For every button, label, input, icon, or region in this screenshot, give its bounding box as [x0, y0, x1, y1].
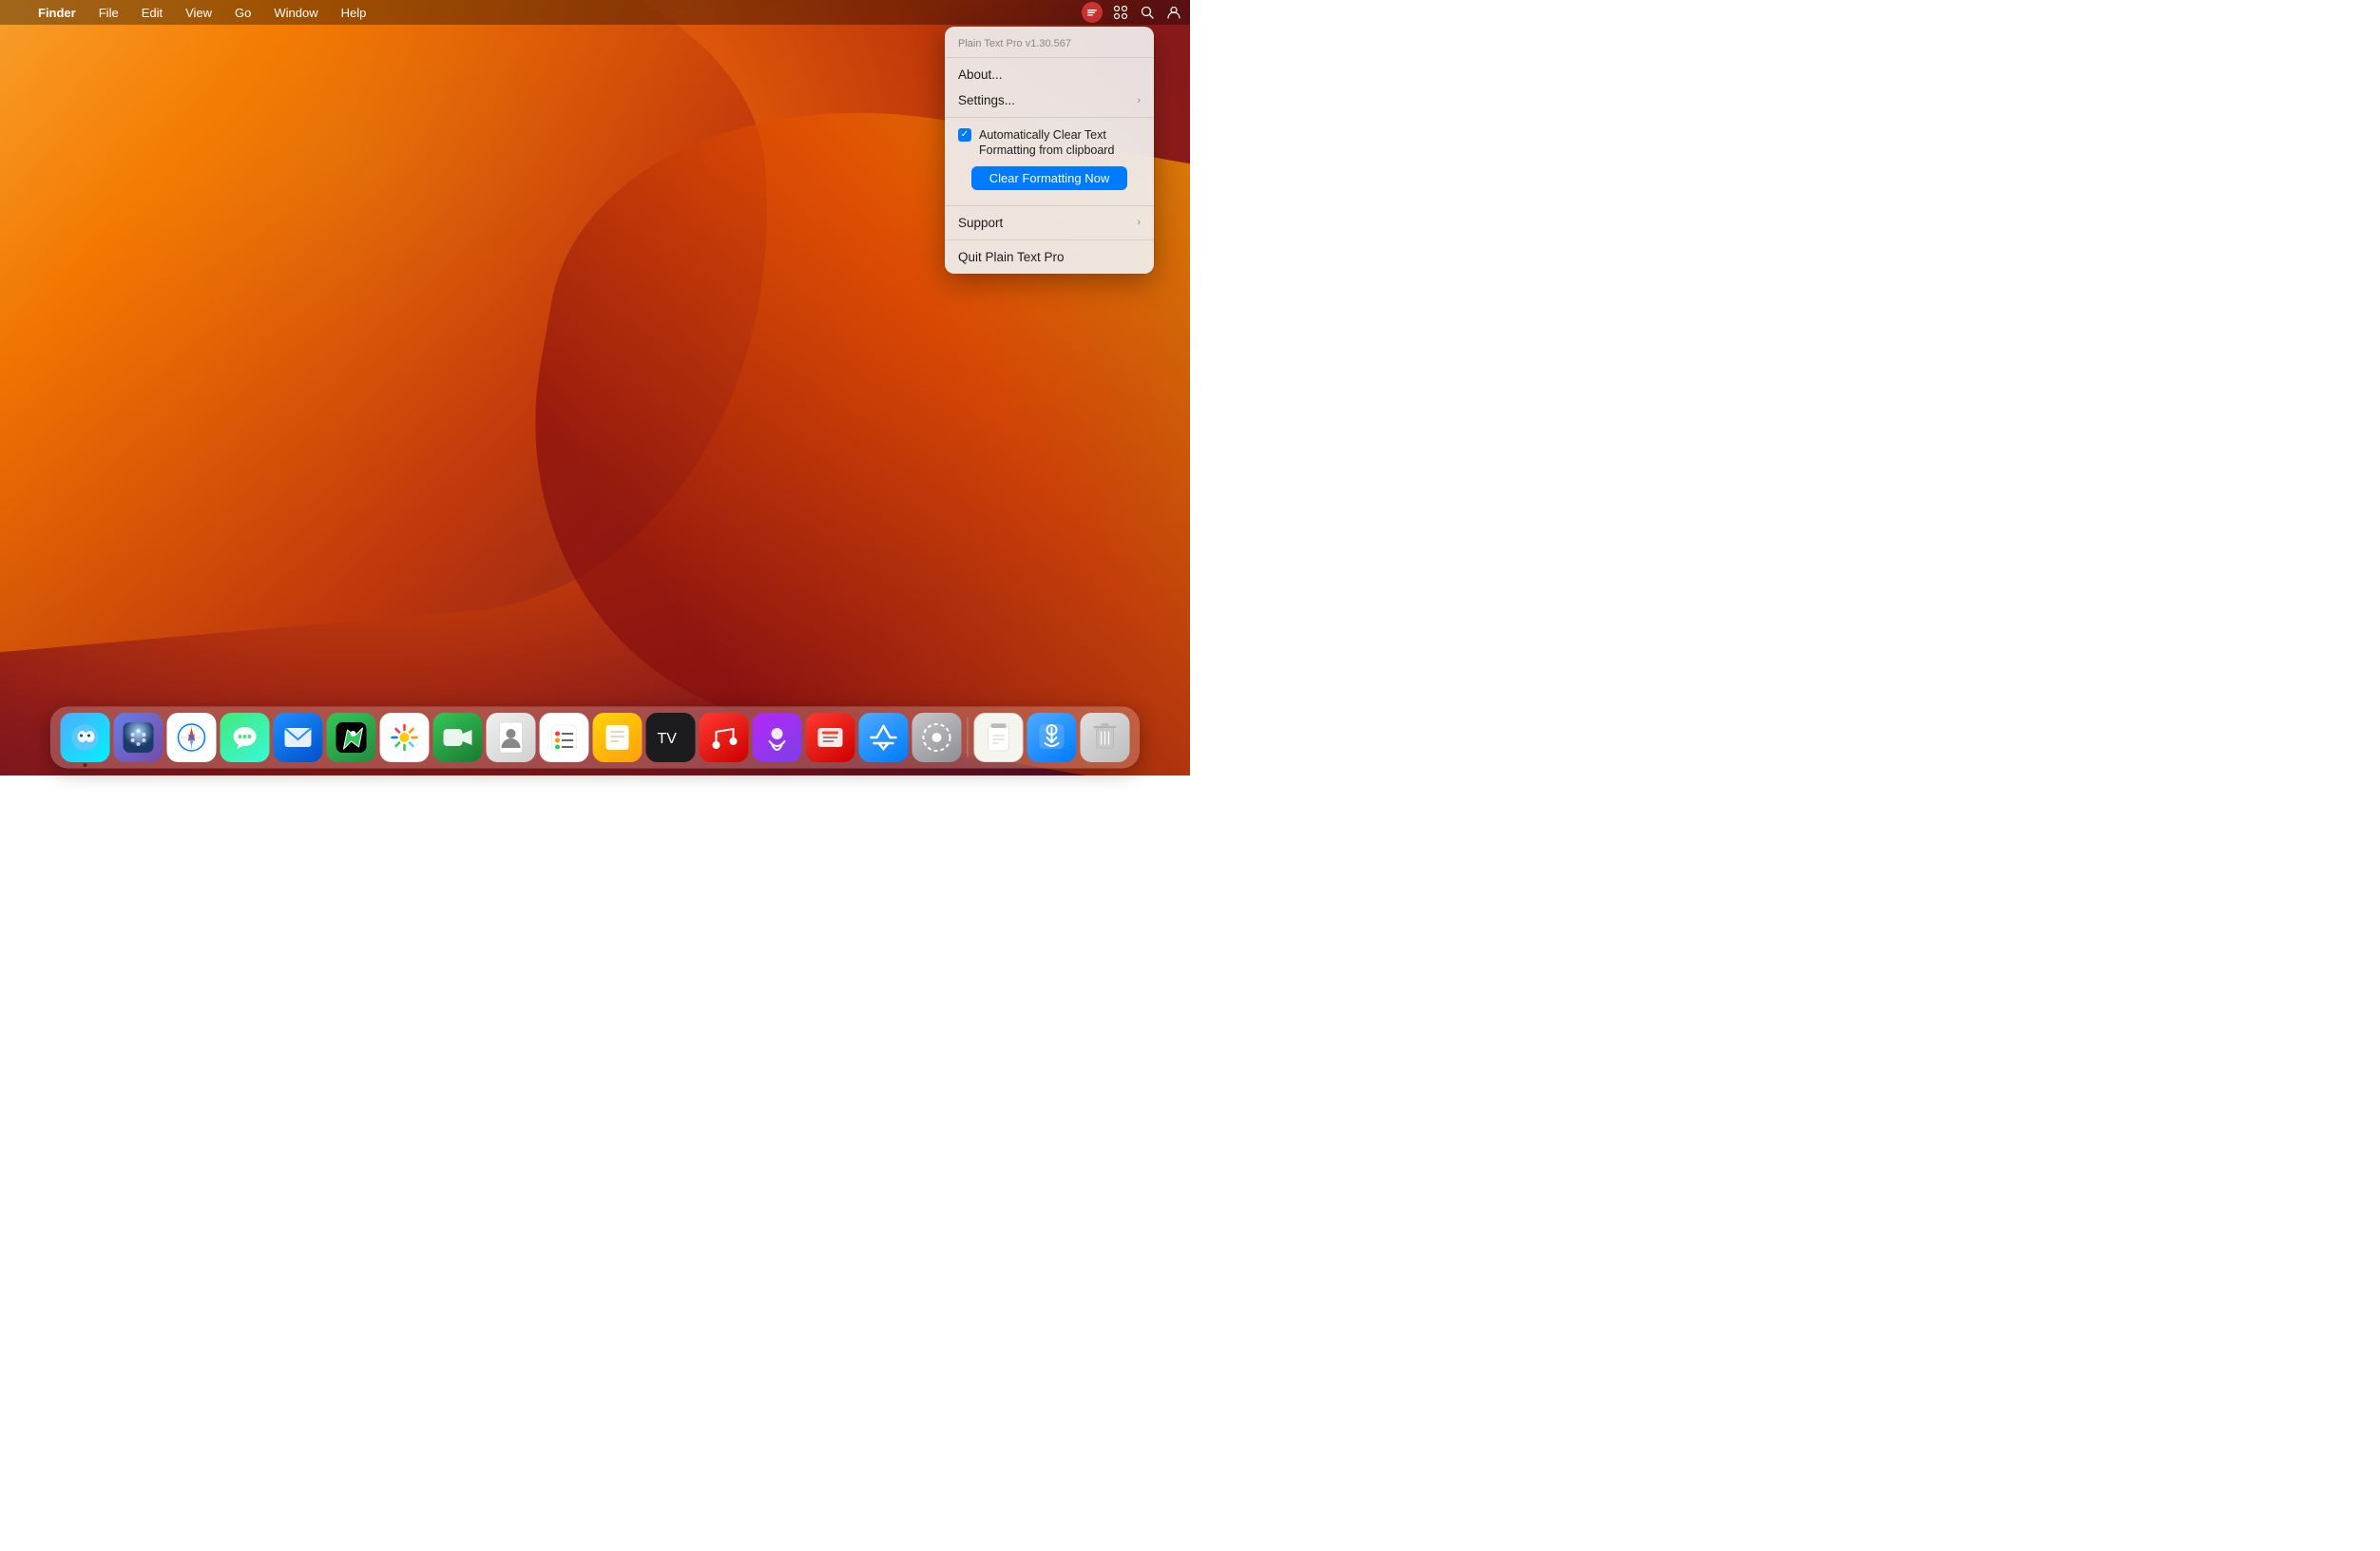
- dock-item-contacts[interactable]: [487, 713, 536, 762]
- support-chevron-icon: ›: [1137, 217, 1141, 228]
- dock-item-notes[interactable]: [593, 713, 643, 762]
- svg-text:TV: TV: [658, 731, 678, 747]
- dock-item-podcasts[interactable]: [753, 713, 802, 762]
- about-label: About...: [958, 67, 1003, 82]
- divider-2: [945, 117, 1154, 118]
- dock-item-facetime[interactable]: [433, 713, 483, 762]
- checkmark-icon: ✓: [961, 130, 969, 140]
- app-name[interactable]: Finder: [34, 4, 80, 22]
- finder-active-dot: [84, 763, 87, 767]
- quit-label: Quit Plain Text Pro: [958, 250, 1065, 264]
- dock-item-system-preferences[interactable]: [912, 713, 962, 762]
- menu-item-quit[interactable]: Quit Plain Text Pro: [945, 244, 1154, 270]
- divider-4: [945, 239, 1154, 240]
- clear-formatting-now-button[interactable]: Clear Formatting Now: [971, 166, 1127, 190]
- menu-window[interactable]: Window: [270, 4, 321, 22]
- menu-item-support[interactable]: Support ›: [945, 210, 1154, 236]
- menu-item-settings[interactable]: Settings... ›: [945, 87, 1154, 113]
- dock-item-airdrop[interactable]: [1027, 713, 1077, 762]
- menu-file[interactable]: File: [95, 4, 123, 22]
- menu-app-version: Plain Text Pro v1.30.567: [945, 30, 1154, 53]
- dock-item-finder[interactable]: [61, 713, 110, 762]
- dock-item-mail[interactable]: [274, 713, 323, 762]
- divider-3: [945, 205, 1154, 206]
- dock-item-messages[interactable]: [221, 713, 270, 762]
- dock-separator: [968, 718, 969, 757]
- divider-1: [945, 57, 1154, 58]
- dock-item-trash[interactable]: [1081, 713, 1130, 762]
- user-icon[interactable]: [1165, 4, 1182, 21]
- menubar-left: Finder File Edit View Go Window Help: [8, 4, 370, 22]
- settings-label: Settings...: [958, 93, 1015, 107]
- dock-item-reminders[interactable]: [540, 713, 589, 762]
- dock-item-music[interactable]: [700, 713, 749, 762]
- menubar-right: [1082, 2, 1182, 23]
- dock: TV: [51, 707, 1140, 768]
- control-center-icon[interactable]: [1112, 4, 1129, 21]
- dock-item-safari[interactable]: [167, 713, 217, 762]
- search-icon[interactable]: [1139, 4, 1156, 21]
- support-label: Support: [958, 216, 1003, 230]
- settings-chevron-icon: ›: [1137, 95, 1141, 106]
- dock-item-maps[interactable]: [327, 713, 376, 762]
- menu-edit[interactable]: Edit: [138, 4, 166, 22]
- apple-menu[interactable]: [8, 10, 15, 14]
- dock-item-photos[interactable]: [380, 713, 430, 762]
- menu-help[interactable]: Help: [337, 4, 371, 22]
- dock-item-launchpad[interactable]: [114, 713, 163, 762]
- auto-clear-checkbox[interactable]: ✓: [958, 128, 971, 142]
- auto-clear-row: ✓ Automatically Clear Text Formatting fr…: [958, 127, 1141, 159]
- plaintext-pro-menubar-icon[interactable]: [1082, 2, 1103, 23]
- dock-item-news[interactable]: [806, 713, 855, 762]
- menubar: Finder File Edit View Go Window Help: [0, 0, 1190, 25]
- auto-clear-label: Automatically Clear Text Formatting from…: [979, 127, 1141, 159]
- menu-item-about[interactable]: About...: [945, 62, 1154, 87]
- dock-item-appstore[interactable]: [859, 713, 909, 762]
- menu-go[interactable]: Go: [231, 4, 255, 22]
- menu-view[interactable]: View: [182, 4, 216, 22]
- plaintext-pro-dropdown: Plain Text Pro v1.30.567 About... Settin…: [945, 27, 1154, 274]
- dock-item-clipboard[interactable]: [974, 713, 1024, 762]
- dock-item-appletv[interactable]: TV: [646, 713, 696, 762]
- checkbox-section: ✓ Automatically Clear Text Formatting fr…: [945, 122, 1154, 201]
